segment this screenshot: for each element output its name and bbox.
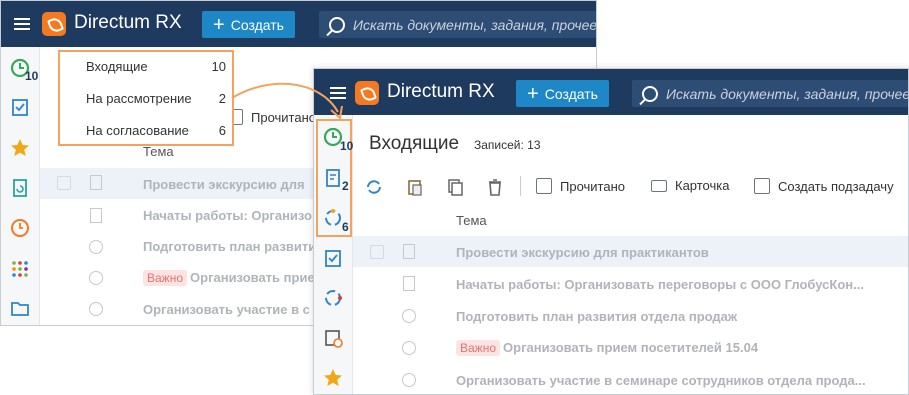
row-done-icon (402, 341, 416, 355)
refresh-doc-icon[interactable] (1, 173, 39, 203)
card-button[interactable]: Карточка (651, 178, 729, 193)
left-row-5[interactable]: Организовать участие в с (143, 302, 310, 317)
star-icon[interactable] (314, 363, 352, 393)
logo-icon (355, 81, 379, 105)
records-count: Записей: 13 (474, 138, 541, 152)
left-topbar: Directum RX + Создать Искать документы, з… (1, 1, 596, 47)
table-row-4[interactable]: Важно Организовать прием посетителей 15.0… (456, 340, 758, 356)
right-window: Directum RX + Создать Искать документы, з… (313, 68, 909, 395)
table-row-3[interactable]: Подготовить план развития отдела продаж (456, 309, 737, 324)
subtask-icon (754, 178, 770, 194)
delete-icon[interactable] (483, 172, 507, 202)
left-row-done-icon (89, 240, 103, 254)
page-title: Входящие (369, 133, 460, 154)
table-row-5[interactable]: Организовать участие в семинаре сотрудни… (456, 373, 866, 388)
plus-icon: + (213, 13, 225, 36)
left-row-done-icon (89, 302, 103, 316)
search-icon (329, 16, 345, 33)
search-icon (642, 85, 658, 102)
approval-badge: 6 (342, 220, 349, 234)
folder-icon[interactable] (1, 293, 39, 323)
envelope-icon (536, 178, 552, 194)
read-button[interactable]: Прочитано (536, 178, 625, 194)
subject-header[interactable]: Тема (456, 213, 487, 228)
brand-name: Directum RX (387, 81, 495, 102)
left-row-checkbox[interactable] (57, 176, 71, 190)
create-subtask-button[interactable]: Создать подзадачу (754, 178, 894, 194)
history-icon[interactable] (1, 213, 39, 243)
left-row-4[interactable]: Важно Организовать прие (143, 270, 315, 286)
left-row-doc-icon (90, 208, 102, 223)
connector-arrow (231, 82, 343, 120)
calendar-clock-icon[interactable] (314, 323, 352, 353)
table-row-1[interactable]: Провести экскурсию для практикантов (456, 245, 709, 260)
right-topbar: Directum RX + Создать Искать документы, з… (314, 69, 908, 115)
left-row-done-icon (89, 271, 103, 285)
left-sidebar: 10 (1, 47, 40, 325)
copy-icon[interactable] (443, 172, 467, 202)
cycle-icon[interactable] (314, 283, 352, 313)
clock-badge: 10 (25, 69, 39, 83)
row-doc-icon (403, 244, 415, 259)
left-subject-header[interactable]: Тема (143, 144, 174, 159)
create-button[interactable]: + Создать (202, 11, 295, 38)
task-check-icon[interactable] (314, 243, 352, 273)
brand-name: Directum RX (74, 12, 182, 33)
important-badge: Важно (456, 340, 501, 356)
star-icon[interactable] (1, 133, 39, 163)
left-row-doc-icon (90, 175, 102, 190)
toolbar-divider (520, 176, 521, 196)
left-row-2[interactable]: Начаты работы: Организо (143, 208, 312, 223)
refresh-icon[interactable] (362, 172, 386, 202)
left-row-1[interactable]: Провести экскурсию для (143, 177, 305, 192)
row-done-icon (402, 373, 416, 387)
row-doc-icon (403, 276, 415, 291)
left-row-3[interactable]: Подготовить план развити (143, 239, 316, 254)
create-button[interactable]: + Создать (516, 80, 609, 107)
popup-item-review[interactable]: На рассмотрение 2 (86, 91, 226, 106)
important-badge: Важно (143, 270, 188, 286)
logo-icon (42, 12, 66, 36)
apps-grid-icon[interactable] (1, 254, 39, 284)
row-checkbox[interactable] (370, 245, 384, 259)
task-check-icon[interactable] (1, 92, 39, 122)
card-icon (651, 179, 667, 192)
table-row-2[interactable]: Начаты работы: Организовать переговоры с… (456, 277, 864, 292)
incoming-badge: 10 (340, 139, 354, 153)
plus-icon: + (527, 82, 539, 105)
popup-item-approval[interactable]: На согласование 6 (86, 123, 226, 138)
review-badge: 2 (342, 179, 349, 193)
menu-icon[interactable] (14, 23, 30, 25)
search-input[interactable]: Искать документы, задания, прочее (632, 80, 908, 107)
paste-icon[interactable] (403, 172, 427, 202)
folder-counts-popup: Входящие 10 На рассмотрение 2 На согласова… (58, 50, 234, 146)
row-done-icon (402, 309, 416, 323)
popup-item-incoming[interactable]: Входящие 10 (86, 59, 226, 74)
search-input[interactable]: Искать документы, задания, прочее (319, 11, 596, 38)
